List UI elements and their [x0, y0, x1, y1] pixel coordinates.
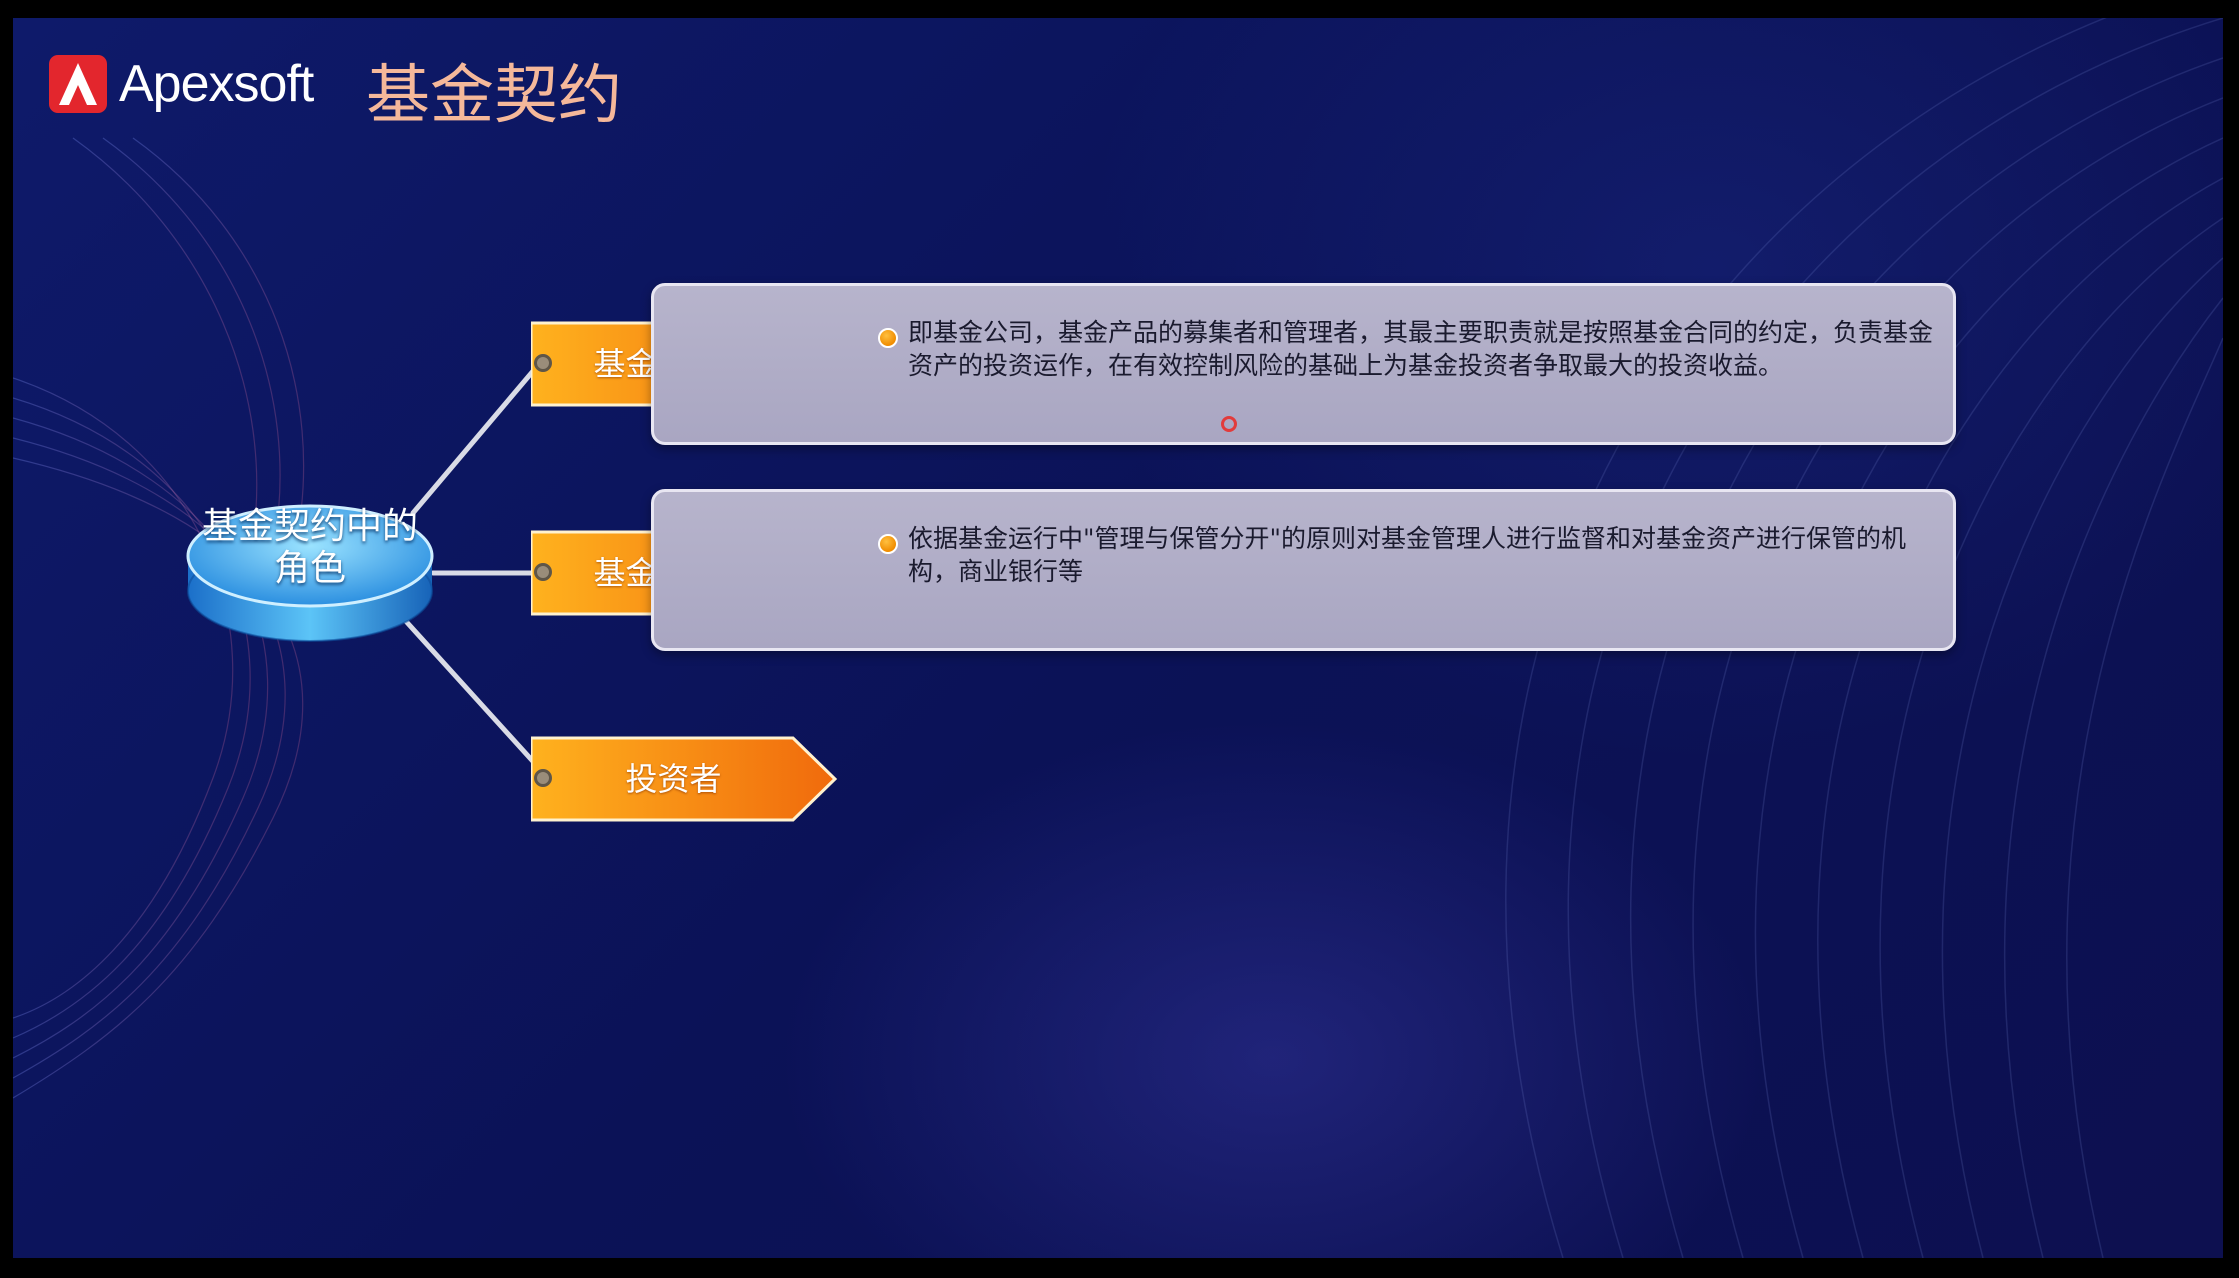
description-card-fund-manager: 即基金公司，基金产品的募集者和管理者，其最主要职责就是按照基金合同的约定，负责基… — [651, 283, 1956, 445]
role-label: 投资者 — [625, 760, 722, 798]
bullet-icon — [878, 328, 898, 348]
presentation-slide: Apexsoft 基金契约 基金契约中的角色 投资者 即基金公司，基金产品的募集… — [13, 18, 2223, 1258]
description-card-fund-custodian: 依据基金运行中"管理与保管分开"的原则对基金管理人进行监督和对基金资产进行保管的… — [651, 489, 1956, 651]
role-description: 即基金公司，基金产品的募集者和管理者，其最主要职责就是按照基金合同的约定，负责基… — [908, 318, 1934, 380]
role-tag-investor[interactable]: 投资者 — [531, 736, 841, 822]
role-description: 依据基金运行中"管理与保管分开"的原则对基金管理人进行监督和对基金资产进行保管的… — [908, 524, 1907, 586]
bullet-icon — [878, 534, 898, 554]
hub-label: 基金契约中的角色 — [201, 506, 418, 589]
pointer-cursor-icon — [1221, 416, 1237, 432]
